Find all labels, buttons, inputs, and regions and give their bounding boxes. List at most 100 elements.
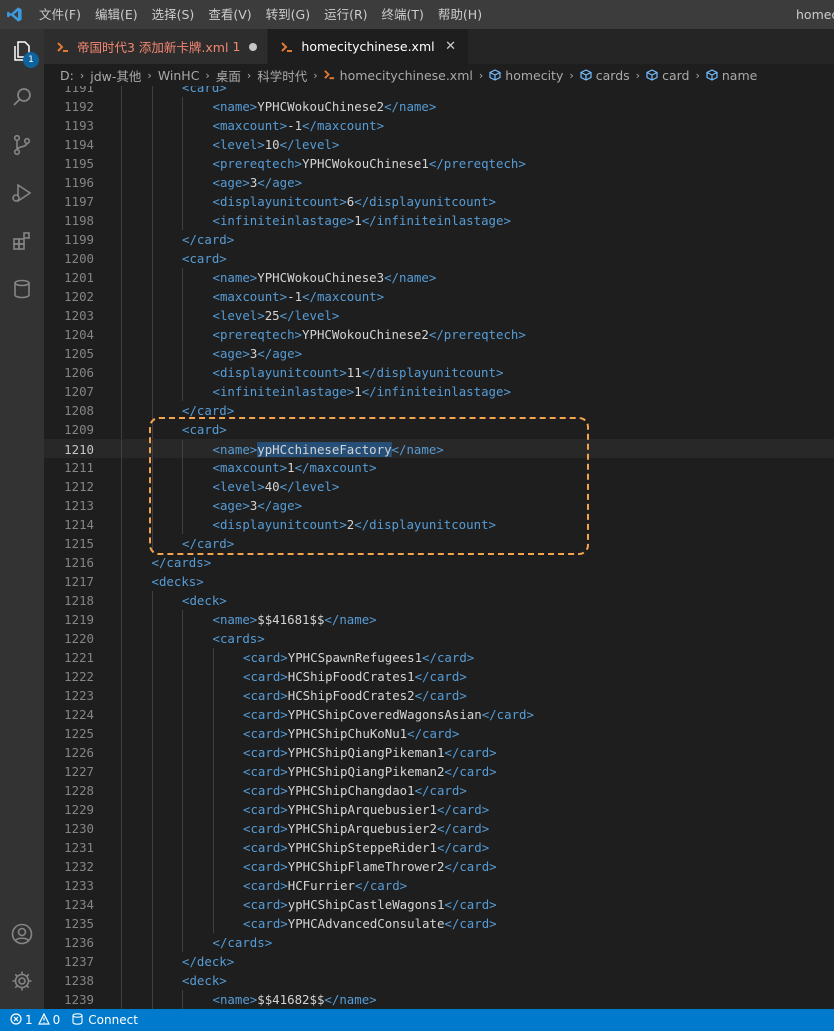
close-icon[interactable]: ✕ — [444, 39, 458, 54]
unsaved-dot-icon[interactable] — [249, 42, 258, 51]
code-line[interactable]: 1191 <card> — [44, 86, 834, 97]
breadcrumb-drive[interactable]: D: — [60, 68, 74, 83]
code-editor[interactable]: 1191 <card> 1192 <name>YPHCWokouChinese2</n… — [44, 86, 834, 1009]
indent-guide — [151, 743, 153, 762]
indent-guide — [182, 667, 183, 686]
code-line[interactable]: 1223 <card>HCShipFoodCrates2</card> — [44, 686, 834, 705]
code-line[interactable]: 1232 <card>YPHCShipFlameThrower2</card> — [44, 857, 834, 876]
code-line[interactable]: 1196 <age>3</age> — [44, 173, 834, 192]
extensions-button[interactable] — [0, 221, 44, 265]
breadcrumb-folder[interactable]: 桌面 — [216, 66, 241, 85]
code-line[interactable]: 1192 <name>YPHCWokouChinese2</name> — [44, 97, 834, 116]
breadcrumb-folder[interactable]: jdw-其他 — [90, 66, 141, 85]
chevron-right-icon: › — [695, 68, 700, 82]
indent-guide — [182, 325, 183, 344]
code-line[interactable]: 1197 <displayunitcount>6</displayunitcoun… — [44, 192, 834, 211]
code-line[interactable]: 1224 <card>YPHCShipCoveredWagonsAsian</ca… — [44, 705, 834, 724]
code-line[interactable]: 1238 <deck> — [44, 971, 834, 990]
code-line[interactable]: 1236 </cards> — [44, 933, 834, 952]
code-line[interactable]: 1198 <infiniteinlastage>1</infiniteinlast… — [44, 211, 834, 230]
connect-button[interactable]: Connect — [72, 1012, 138, 1028]
code-line[interactable]: 1219 <name>$$41681$$</name> — [44, 610, 834, 629]
code-line[interactable]: 1194 <level>10</level> — [44, 135, 834, 154]
warning-icon — [37, 1012, 50, 1028]
breadcrumb-symbol[interactable]: cards — [580, 68, 630, 83]
tab-homecitychinese[interactable]: homecitychinese.xml ✕ — [268, 29, 468, 64]
settings-button[interactable] — [0, 961, 44, 1005]
indent-guide — [121, 420, 122, 439]
code-line[interactable]: 1200 <card> — [44, 249, 834, 268]
code-line[interactable]: 1234 <card>ypHCShipCastleWagons1</card> — [44, 895, 834, 914]
code-line[interactable]: 1222 <card>HCShipFoodCrates1</card> — [44, 667, 834, 686]
code-line[interactable]: 1229 <card>YPHCShipArquebusier1</card> — [44, 800, 834, 819]
code-line[interactable]: 1218 <deck> — [44, 591, 834, 610]
menu-bar: 文件(F) 编辑(E) 选择(S) 查看(V) 转到(G) 运行(R) 终端(T… — [32, 0, 489, 29]
source-control-button[interactable] — [0, 125, 44, 169]
tab-aoe3-new-card[interactable]: 帝国时代3 添加新卡牌.xml 1 — [44, 29, 269, 64]
code-line[interactable]: 1235 <card>YPHCAdvancedConsulate</card> — [44, 914, 834, 933]
search-view-button[interactable] — [0, 77, 44, 121]
code-line[interactable]: 1202 <maxcount>-1</maxcount> — [44, 287, 834, 306]
explorer-button[interactable]: 1 — [0, 31, 44, 75]
breadcrumb-symbol[interactable]: card — [646, 68, 689, 83]
code-line[interactable]: 1201 <name>YPHCWokouChinese3</name> — [44, 268, 834, 287]
code-line[interactable]: 1225 <card>YPHCShipChuKoNu1</card> — [44, 724, 834, 743]
menu-run[interactable]: 运行(R) — [317, 0, 374, 29]
indent-guide — [182, 610, 183, 629]
xml-tag: <decks> — [151, 574, 204, 589]
indent-guide — [121, 933, 122, 952]
menu-file[interactable]: 文件(F) — [32, 0, 88, 29]
code-line[interactable]: 1205 <age>3</age> — [44, 344, 834, 363]
menu-view[interactable]: 查看(V) — [201, 0, 258, 29]
code-content: <card>YPHCShipChuKoNu1</card> — [243, 724, 459, 743]
line-number: 1196 — [64, 175, 94, 190]
menu-go[interactable]: 转到(G) — [259, 0, 317, 29]
code-line[interactable]: 1230 <card>YPHCShipArquebusier2</card> — [44, 819, 834, 838]
code-line[interactable]: 1237 </deck> — [44, 952, 834, 971]
indent-guide — [182, 838, 183, 857]
xml-tag: </age> — [257, 175, 303, 190]
xml-text: $$41682$$ — [257, 992, 325, 1007]
indent-guide — [182, 135, 183, 154]
breadcrumb-symbol[interactable]: homecity — [489, 68, 563, 83]
code-line[interactable]: 1226 <card>YPHCShipQiangPikeman1</card> — [44, 743, 834, 762]
code-line[interactable]: 1231 <card>YPHCShipSteppeRider1</card> — [44, 838, 834, 857]
breadcrumb-file[interactable]: homecitychinese.xml — [323, 68, 473, 83]
code-line[interactable]: 1206 <displayunitcount>11</displayunitcou… — [44, 363, 834, 382]
code-line[interactable]: 1220 <cards> — [44, 629, 834, 648]
code-line[interactable]: 1228 <card>YPHCShipChangdao1</card> — [44, 781, 834, 800]
code-line[interactable]: 1203 <level>25</level> — [44, 306, 834, 325]
problems-indicator[interactable]: 1 0 — [10, 1012, 60, 1028]
breadcrumb-folder[interactable]: WinHC — [158, 68, 200, 83]
code-line[interactable]: 1207 <infiniteinlastage>1</infiniteinlast… — [44, 382, 834, 401]
xml-tag: </card> — [444, 916, 497, 931]
indent-guide — [151, 800, 153, 819]
indent-guide — [151, 667, 153, 686]
code-line[interactable]: 1195 <prereqtech>YPHCWokouChinese1</prere… — [44, 154, 834, 173]
code-line[interactable]: 1199 </card> — [44, 230, 834, 249]
run-debug-button[interactable] — [0, 173, 44, 217]
menu-help[interactable]: 帮助(H) — [431, 0, 489, 29]
indent-guide — [121, 648, 122, 667]
line-number: 1230 — [64, 821, 94, 836]
menu-edit[interactable]: 编辑(E) — [88, 0, 145, 29]
menu-terminal[interactable]: 终端(T) — [375, 0, 431, 29]
account-button[interactable] — [0, 914, 44, 958]
indent-guide — [151, 914, 153, 933]
breadcrumb-folder[interactable]: 科学时代 — [257, 66, 307, 85]
code-line[interactable]: 1227 <card>YPHCShipQiangPikeman2</card> — [44, 762, 834, 781]
code-line[interactable]: 1216 </cards> — [44, 553, 834, 572]
breadcrumb-symbol[interactable]: name — [706, 68, 757, 83]
database-button[interactable] — [0, 269, 44, 313]
code-line[interactable]: 1204 <prereqtech>YPHCWokouChinese2</prere… — [44, 325, 834, 344]
code-line[interactable]: 1193 <maxcount>-1</maxcount> — [44, 116, 834, 135]
code-line[interactable]: 1221 <card>YPHCSpawnRefugees1</card> — [44, 648, 834, 667]
code-line[interactable]: 1217 <decks> — [44, 572, 834, 591]
code-line[interactable]: 1239 <name>$$41682$$</name> — [44, 990, 834, 1009]
indent-guide — [212, 705, 214, 724]
menu-selection[interactable]: 选择(S) — [145, 0, 202, 29]
indent-guide — [151, 857, 153, 876]
code-line[interactable]: 1233 <card>HCFurrier</card> — [44, 876, 834, 895]
xml-tag: </deck> — [182, 954, 235, 969]
indent-guide — [151, 86, 153, 97]
